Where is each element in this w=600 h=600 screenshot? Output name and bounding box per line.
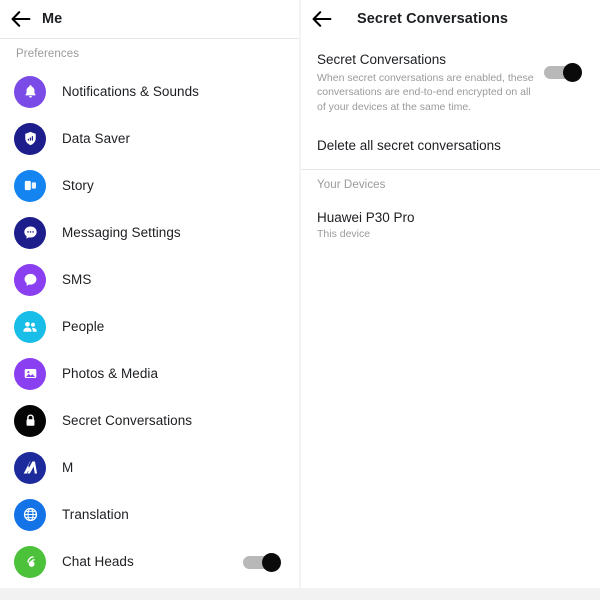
preferences-section-label: Preferences [16,48,80,60]
photo-icon [14,357,46,390]
lock-icon [14,404,46,437]
shield-signal-icon [14,122,46,155]
settings-row[interactable]: Photos & Media [0,350,299,397]
left-page-title: Me [42,11,63,27]
toggle-knob [262,552,281,572]
settings-row-label: SMS [62,272,92,287]
settings-row[interactable]: Story [0,162,299,209]
settings-row-label: Messaging Settings [62,225,181,240]
secret-conversations-panel: Secret Conversations Secret Conversation… [301,0,600,588]
settings-row[interactable]: SMS [0,256,299,303]
secret-conversations-title: Secret Conversations [317,52,447,67]
secret-conversations-toggle[interactable] [544,63,582,82]
toggle-knob [563,63,582,82]
story-cards-icon [14,169,46,202]
sms-bubble-icon [14,263,46,296]
settings-row[interactable]: Notifications & Sounds [0,68,299,115]
settings-row[interactable]: People [0,303,299,350]
settings-row-label: Secret Conversations [62,413,193,428]
your-devices-section-label: Your Devices [317,179,386,192]
back-button-right[interactable] [301,0,343,38]
arrow-left-icon [312,11,332,27]
settings-list: Notifications & Sounds Data Saver Story Mes… [0,67,299,585]
left-header: Me [0,0,299,39]
settings-row[interactable]: M [0,444,299,491]
chat-heads-icon [14,545,46,578]
settings-row-label: Data Saver [62,131,131,146]
secret-conversations-toggle-wrap [544,52,586,82]
secret-conversations-text: Secret Conversations When secret convers… [317,52,544,114]
me-settings-panel: Me Preferences Notifications & Sounds Dat… [0,0,299,588]
devices-list: Huawei P30 Pro This device [301,198,600,254]
settings-row-label: Translation [62,507,129,522]
settings-row[interactable]: Messaging Settings [0,209,299,256]
settings-row-label: People [62,319,105,334]
device-row[interactable]: Huawei P30 Pro This device [301,198,600,254]
chat-bubble-icon [14,216,46,249]
device-name: Huawei P30 Pro [317,210,415,226]
app-screenshot: Me Preferences Notifications & Sounds Dat… [0,0,600,600]
arrow-left-icon [11,11,31,27]
settings-row[interactable]: Data Saver [0,115,299,162]
settings-row[interactable]: Chat Heads [0,538,299,585]
settings-row-label: Chat Heads [62,554,134,569]
device-subtitle: This device [317,228,371,241]
settings-row[interactable]: Translation [0,491,299,538]
bottom-edge-strip [0,588,600,600]
m-assistant-icon [14,451,46,484]
delete-all-secret-conversations-button[interactable]: Delete all secret conversations [301,128,600,169]
settings-row-label: M [62,460,74,475]
right-header: Secret Conversations [301,0,600,38]
bell-icon [14,75,46,108]
settings-row-label: Notifications & Sounds [62,84,199,99]
secret-conversations-setting: Secret Conversations When secret convers… [301,38,600,128]
settings-row-label: Photos & Media [62,366,159,381]
settings-row[interactable]: Secret Conversations [0,397,299,444]
chat-heads-toggle[interactable] [243,552,281,572]
secret-conversations-description: When secret conversations are enabled, t… [317,72,534,113]
people-icon [14,310,46,343]
settings-row-label: Story [62,178,94,193]
globe-icon [14,498,46,531]
right-page-title: Secret Conversations [357,11,509,27]
back-button-left[interactable] [0,0,42,38]
